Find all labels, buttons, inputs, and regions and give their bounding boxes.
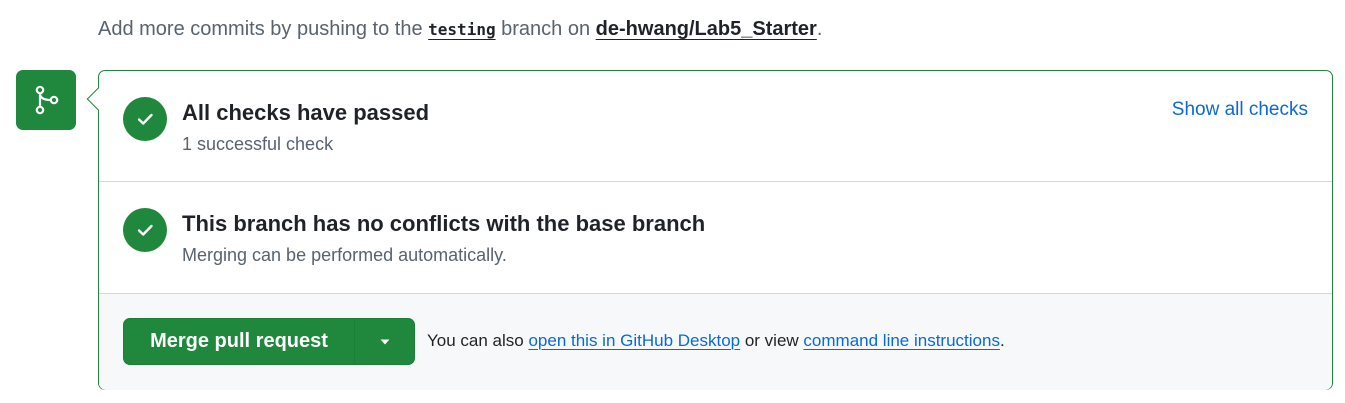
triangle-down-icon xyxy=(380,339,389,344)
merge-options-dropdown[interactable] xyxy=(355,319,414,364)
branch-name[interactable]: testing xyxy=(428,20,495,39)
merge-pull-request-button[interactable]: Merge pull request xyxy=(124,319,354,364)
checks-section: All checks have passed 1 successful chec… xyxy=(99,71,1332,182)
push-hint-prefix: Add more commits by pushing to the xyxy=(98,18,429,40)
also-suffix: . xyxy=(999,331,1005,350)
command-line-instructions-link[interactable]: command line instructions xyxy=(803,331,1000,350)
merge-box: All checks have passed 1 successful chec… xyxy=(86,70,1333,390)
push-hint-suffix: . xyxy=(816,18,823,40)
check-icon xyxy=(123,208,167,252)
push-hint: Add more commits by pushing to the testi… xyxy=(98,18,822,41)
conflicts-subtitle: Merging can be performed automatically. xyxy=(182,245,507,265)
also-middle: or view xyxy=(740,331,804,350)
also-prefix: You can also xyxy=(427,331,529,350)
merge-button-group: Merge pull request xyxy=(123,318,415,365)
checks-subtitle: 1 successful check xyxy=(182,134,334,154)
merge-section: Merge pull request You can also open thi… xyxy=(99,294,1332,390)
show-all-checks-link[interactable]: Show all checks xyxy=(1172,99,1308,121)
checks-title: All checks have passed xyxy=(182,100,430,125)
push-hint-middle: branch on xyxy=(495,18,596,40)
github-desktop-link[interactable]: open this in GitHub Desktop xyxy=(528,331,740,350)
repo-link[interactable]: de-hwang/Lab5_Starter xyxy=(596,18,817,40)
alternative-merge-text: You can also open this in GitHub Desktop… xyxy=(427,331,1005,351)
conflicts-title: This branch has no conflicts with the ba… xyxy=(182,211,706,236)
git-merge-icon xyxy=(16,70,76,130)
check-icon xyxy=(123,97,167,141)
button-divider xyxy=(354,319,355,364)
conflicts-section: This branch has no conflicts with the ba… xyxy=(99,182,1332,294)
